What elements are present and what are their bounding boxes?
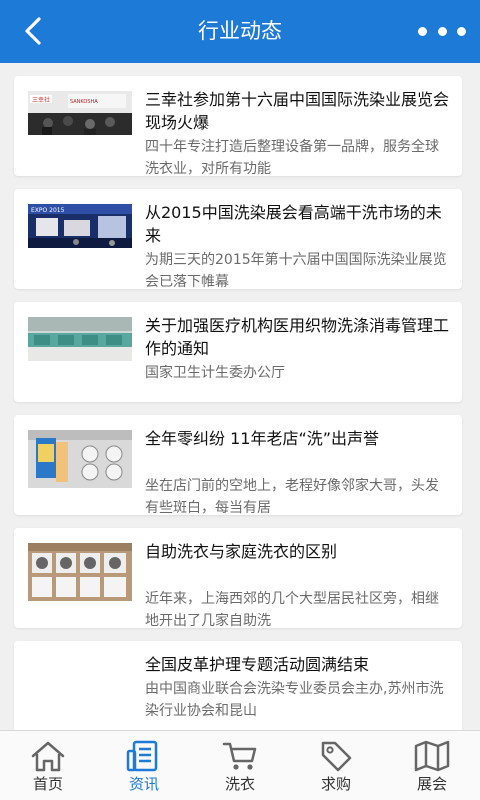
article-title: 全年零纠纷 11年老店“洗”出声誉 (145, 429, 380, 448)
tab-purchase[interactable]: 求购 (288, 731, 384, 800)
article-thumbnail: EXPO 2015 (28, 204, 132, 248)
article-summary: 四十年专注打造后整理设备第一品牌，服务全球洗衣业，对所有功能 (145, 139, 439, 176)
tab-home[interactable]: 首页 (0, 731, 96, 800)
tab-label: 洗衣 (224, 775, 255, 793)
article-thumbnail (28, 430, 132, 488)
tab-label: 求购 (320, 775, 351, 793)
svg-text:SANKOSHA: SANKOSHA (70, 99, 98, 105)
article-card[interactable]: 三幸社 SANKOSHA 三幸社参加第十六届中国国际洗染业展览会现场火爆 四十年… (14, 76, 462, 176)
article-thumbnail (28, 543, 132, 601)
tab-laundry[interactable]: 洗衣 (192, 731, 288, 800)
article-summary: 坐在店门前的空地上，老程好像邻家大哥，头发有些斑白，每当有居 (145, 478, 439, 515)
article-title: 关于加强医疗机构医用织物洗涤消毒管理工作的通知 (145, 316, 450, 358)
article-summary: 近年来，上海西郊的几个大型居民社区旁，相继地开出了几家自助洗 (145, 591, 439, 628)
page-title: 行业动态 (198, 19, 282, 43)
article-title: 三幸社参加第十六届中国国际洗染业展览会现场火爆 (145, 90, 450, 132)
tab-label: 展会 (416, 775, 447, 793)
article-title: 自助洗衣与家庭洗衣的区别 (145, 542, 338, 561)
svg-text:EXPO 2015: EXPO 2015 (31, 207, 65, 214)
tag-icon (321, 741, 352, 772)
article-summary: 由中国商业联合会洗染专业委员会主办,苏州市洗染行业协会和昆山 (145, 681, 444, 719)
tab-label: 首页 (32, 775, 63, 793)
article-card[interactable]: 自助洗衣与家庭洗衣的区别 近年来，上海西郊的几个大型居民社区旁，相继地开出了几家… (14, 528, 462, 628)
tab-news[interactable]: 资讯 (96, 731, 192, 800)
svg-text:三幸社: 三幸社 (32, 96, 50, 104)
article-card[interactable]: EXPO 2015 从2015中国洗染展会看高端干洗市场的未来 为期三天的201… (14, 189, 462, 289)
news-icon (126, 740, 158, 772)
article-thumbnail (28, 317, 132, 361)
article-card[interactable]: 关于加强医疗机构医用织物洗涤消毒管理工作的通知 国家卫生计生委办公厅 (14, 302, 462, 402)
article-summary: 为期三天的2015年第十六届中国国际洗染业展览会已落下帷幕 (145, 252, 447, 289)
cart-icon (222, 742, 257, 770)
map-icon (414, 740, 450, 772)
more-dots-icon (418, 26, 427, 36)
article-summary: 国家卫生计生委办公厅 (145, 365, 285, 381)
article-card[interactable]: 全年零纠纷 11年老店“洗”出声誉 坐在店门前的空地上，老程好像邻家大哥，头发有… (14, 415, 462, 515)
article-thumbnail: 三幸社 SANKOSHA (28, 91, 132, 135)
more-button[interactable] (418, 16, 466, 46)
article-title: 从2015中国洗染展会看高端干洗市场的未来 (145, 203, 442, 245)
top-app-bar: 行业动态 (0, 0, 480, 63)
home-icon (31, 741, 65, 772)
bottom-tab-bar: 首页 资讯 洗衣 求购 展会 (0, 730, 480, 800)
tab-label: 资讯 (128, 775, 159, 793)
tab-expo[interactable]: 展会 (384, 731, 480, 800)
article-card[interactable]: 全国皮革护理专题活动圆满结束 由中国商业联合会洗染专业委员会主办,苏州市洗染行业… (14, 641, 462, 730)
article-list[interactable]: 三幸社 SANKOSHA 三幸社参加第十六届中国国际洗染业展览会现场火爆 四十年… (0, 63, 480, 730)
article-title: 全国皮革护理专题活动圆满结束 (145, 655, 370, 674)
